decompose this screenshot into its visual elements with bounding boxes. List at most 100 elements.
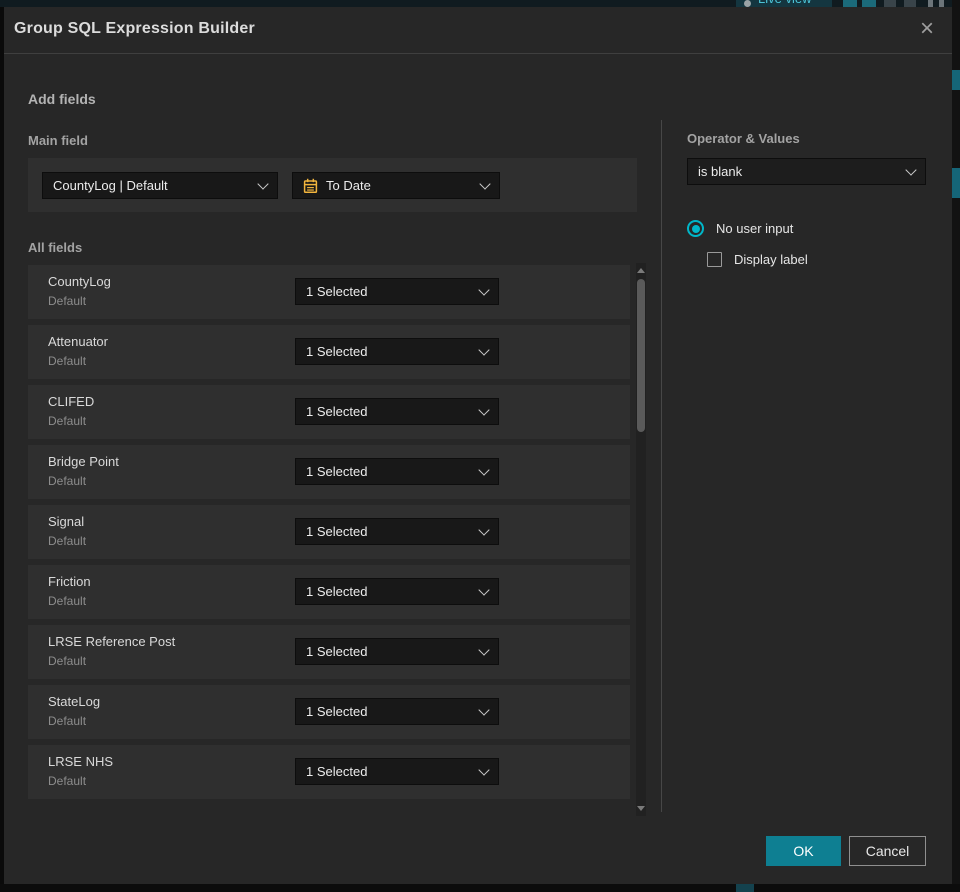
main-field-type-dropdown[interactable]: To Date [292,172,500,199]
cancel-button[interactable]: Cancel [849,836,926,866]
field-name: CLIFED [48,394,95,409]
field-selected-dropdown[interactable]: 1 Selected [295,338,499,365]
field-name: CountyLog [48,274,111,289]
field-name: Signal [48,514,85,529]
field-subtitle: Default [48,534,87,548]
field-selected-dropdown[interactable]: 1 Selected [295,758,499,785]
ok-button[interactable]: OK [766,836,841,866]
field-selected-value: 1 Selected [306,644,368,659]
operator-values-heading: Operator & Values [687,131,800,146]
calendar-icon [303,178,318,193]
field-subtitle: Default [48,474,87,488]
all-fields-list: CountyLog Default 1 Selected Attenuator … [28,265,630,805]
field-selected-value: 1 Selected [306,704,368,719]
chevron-down-icon [905,163,917,176]
field-row: Attenuator Default 1 Selected [28,325,630,379]
chevron-down-icon [478,403,490,416]
field-subtitle: Default [48,714,87,728]
field-selected-value: 1 Selected [306,764,368,779]
live-view-chip: Live view [736,0,832,7]
field-name: Friction [48,574,91,589]
field-row: StateLog Default 1 Selected [28,685,630,739]
background-toolbar-fragment [862,0,876,7]
fields-scrollbar[interactable] [636,263,646,816]
background-toolbar-fragment [928,0,933,7]
background-app-top-strip: Live view [0,0,960,7]
dialog-title: Group SQL Expression Builder [14,20,255,37]
background-button-fragment [952,70,960,90]
background-toolbar-fragment [904,0,916,7]
no-user-input-radio-row[interactable]: No user input [687,220,793,237]
field-selected-value: 1 Selected [306,464,368,479]
field-selected-dropdown[interactable]: 1 Selected [295,698,499,725]
background-toolbar-fragment [884,0,896,7]
field-row: CLIFED Default 1 Selected [28,385,630,439]
background-app-right-strip [952,0,960,892]
live-view-label: Live view [758,0,811,6]
checkbox-unchecked-icon[interactable] [707,252,722,267]
add-fields-heading: Add fields [28,91,96,107]
field-selected-dropdown[interactable]: 1 Selected [295,458,499,485]
no-user-input-label: No user input [716,221,794,236]
all-fields-label: All fields [28,240,83,255]
scrollbar-thumb[interactable] [637,279,645,432]
field-name: Attenuator [48,334,108,349]
field-row: LRSE NHS Default 1 Selected [28,745,630,799]
main-field-dropdown-value: CountyLog | Default [53,178,168,193]
chevron-down-icon [478,643,490,656]
main-field-type-value: To Date [326,178,371,193]
field-name: StateLog [48,694,101,709]
chevron-down-icon [478,523,490,536]
field-row: Signal Default 1 Selected [28,505,630,559]
scroll-up-arrow-icon[interactable] [637,268,645,273]
field-selected-dropdown[interactable]: 1 Selected [295,638,499,665]
field-row: CountyLog Default 1 Selected [28,265,630,319]
field-subtitle: Default [48,414,87,428]
field-selected-value: 1 Selected [306,524,368,539]
live-dot-icon [744,0,751,7]
main-field-panel: CountyLog | Default To Date [28,158,637,212]
field-subtitle: Default [48,294,87,308]
background-toolbar-fragment [939,0,944,7]
field-selected-value: 1 Selected [306,284,368,299]
field-selected-dropdown[interactable]: 1 Selected [295,518,499,545]
operator-dropdown[interactable]: is blank [687,158,926,185]
field-selected-dropdown[interactable]: 1 Selected [295,278,499,305]
field-selected-value: 1 Selected [306,584,368,599]
background-button-fragment [736,884,754,892]
chevron-down-icon [478,583,490,596]
chevron-down-icon [478,703,490,716]
field-selected-dropdown[interactable]: 1 Selected [295,398,499,425]
chevron-down-icon [478,763,490,776]
radio-selected-icon[interactable] [687,220,704,237]
field-subtitle: Default [48,354,87,368]
background-app-bottom-strip [0,884,960,892]
main-field-label: Main field [28,133,88,148]
panel-divider [661,120,662,812]
background-toolbar-fragment [843,0,857,7]
field-row: Bridge Point Default 1 Selected [28,445,630,499]
field-name: LRSE Reference Post [48,634,176,649]
background-button-fragment [952,168,960,198]
field-name: Bridge Point [48,454,119,469]
field-subtitle: Default [48,774,87,788]
field-name: LRSE NHS [48,754,114,769]
chevron-down-icon [479,177,491,190]
dialog-title-bar: Group SQL Expression Builder × [4,7,952,53]
close-icon[interactable]: × [914,15,940,43]
field-selected-dropdown[interactable]: 1 Selected [295,578,499,605]
display-label-checkbox-row[interactable]: Display label [707,252,808,267]
title-divider [4,53,952,54]
field-row: LRSE Reference Post Default 1 Selected [28,625,630,679]
operator-dropdown-value: is blank [698,164,743,179]
scroll-down-arrow-icon[interactable] [637,806,645,811]
field-subtitle: Default [48,594,87,608]
field-subtitle: Default [48,654,87,668]
screen: Live view Group SQL Expression Builder ×… [0,0,960,892]
field-selected-value: 1 Selected [306,404,368,419]
main-field-dropdown[interactable]: CountyLog | Default [42,172,278,199]
chevron-down-icon [478,463,490,476]
chevron-down-icon [478,343,490,356]
chevron-down-icon [257,177,269,190]
field-selected-value: 1 Selected [306,344,368,359]
